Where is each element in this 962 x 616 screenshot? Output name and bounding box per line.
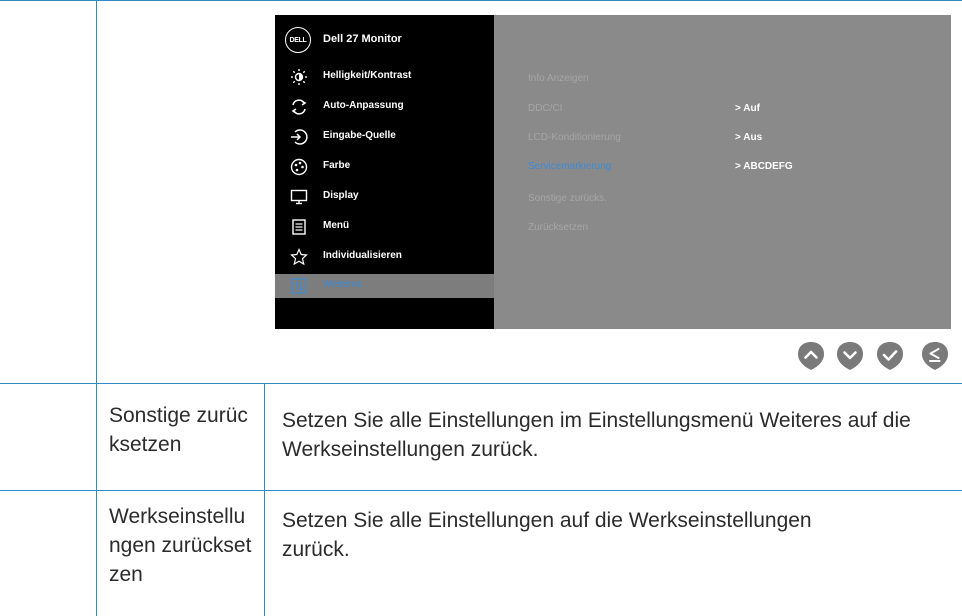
dell-logo: DELL bbox=[285, 27, 311, 53]
row-1-description: Setzen Sie alle Einstellungen im Einstel… bbox=[282, 409, 911, 461]
menu-item-input-source[interactable]: Eingabe-Quelle bbox=[275, 125, 494, 149]
submenu-item-display-info[interactable]: Info Anzeigen bbox=[528, 73, 589, 84]
osd-title: Dell 27 Monitor bbox=[323, 33, 402, 45]
brightness-icon bbox=[291, 69, 307, 85]
menu-item-display[interactable]: Display bbox=[275, 185, 494, 209]
submenu-item-ddc-ci[interactable]: DDC/CI bbox=[528, 103, 562, 114]
osd-main-menu: DELL Dell 27 Monitor Helligkeit/Kontrast bbox=[275, 15, 494, 329]
menu-item-others[interactable]: Weiteres bbox=[275, 274, 494, 298]
menu-item-label: Farbe bbox=[323, 160, 351, 171]
row-2-name: Werkseinstellungen zurücksetzen bbox=[109, 505, 252, 586]
submenu-item-service-tag[interactable]: Servicemarkierung bbox=[528, 161, 611, 172]
service-tag-value: > ABCDEFG bbox=[735, 161, 793, 172]
check-icon[interactable] bbox=[876, 341, 904, 371]
down-arrow-icon[interactable] bbox=[836, 341, 864, 371]
others-icon bbox=[291, 278, 307, 294]
ddc-ci-value: > Auf bbox=[735, 103, 760, 114]
lcd-conditioning-value: > Aus bbox=[735, 132, 763, 143]
display-icon bbox=[290, 189, 308, 205]
back-icon[interactable] bbox=[921, 341, 949, 371]
menu-item-label: Display bbox=[323, 190, 359, 201]
menu-item-label: Auto-Anpassung bbox=[323, 100, 404, 111]
submenu-item-lcd-conditioning[interactable]: LCD-Konditionierung bbox=[528, 132, 621, 143]
submenu-item-factory-reset[interactable]: Zurücksetzen bbox=[528, 222, 588, 233]
menu-item-personalize[interactable]: Individualisieren bbox=[275, 245, 494, 269]
osd-menu-screenshot: DELL Dell 27 Monitor Helligkeit/Kontrast bbox=[275, 15, 951, 329]
menu-item-label: Individualisieren bbox=[323, 250, 402, 261]
star-icon bbox=[290, 248, 308, 266]
table-border-left bbox=[96, 0, 97, 616]
color-palette-icon bbox=[290, 158, 308, 176]
menu-item-brightness-contrast[interactable]: Helligkeit/Kontrast bbox=[275, 65, 494, 89]
menu-item-label: Eingabe-Quelle bbox=[323, 130, 396, 141]
menu-item-label: Helligkeit/Kontrast bbox=[323, 70, 412, 81]
row-divider-3 bbox=[0, 490, 962, 491]
table-border-middle bbox=[264, 383, 265, 616]
row-1-name: Sonstige zurücksetzen bbox=[109, 404, 248, 456]
input-source-icon bbox=[291, 129, 308, 145]
row-divider-1 bbox=[0, 0, 962, 1]
menu-item-auto-adjust[interactable]: Auto-Anpassung bbox=[275, 95, 494, 119]
menu-icon bbox=[292, 219, 306, 235]
menu-item-color[interactable]: Farbe bbox=[275, 155, 494, 179]
row-divider-2 bbox=[0, 383, 962, 384]
auto-adjust-icon bbox=[291, 99, 307, 115]
menu-item-menu[interactable]: Menü bbox=[275, 215, 494, 239]
up-arrow-icon[interactable] bbox=[797, 341, 825, 371]
row-2-description: Setzen Sie alle Einstellungen auf die We… bbox=[282, 509, 812, 561]
submenu-item-other-reset[interactable]: Sonstige zurücks. bbox=[528, 193, 607, 204]
menu-item-label: Menü bbox=[323, 220, 350, 231]
menu-item-label: Weiteres bbox=[323, 279, 363, 290]
